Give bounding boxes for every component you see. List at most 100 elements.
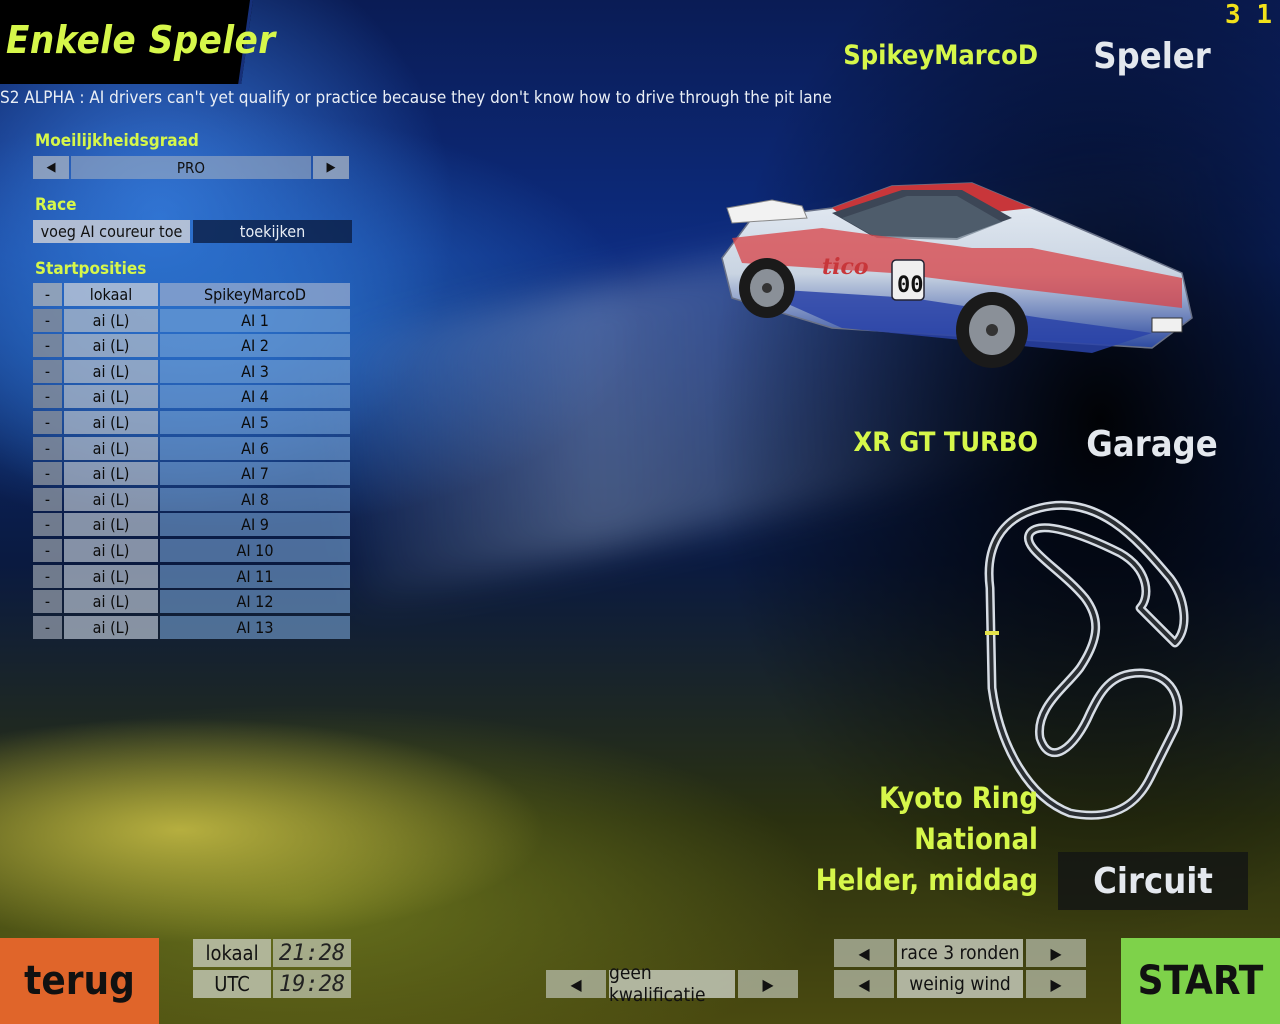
grid-row: - ai (L) AI 9 (33, 513, 352, 537)
grid-driver-name[interactable]: AI 5 (160, 410, 350, 434)
difficulty-label: Moeilijkheidsgraad (35, 131, 199, 151)
grid-row: - ai (L) AI 2 (33, 334, 352, 358)
circuit-button[interactable]: Circuit (1058, 852, 1248, 910)
grid-driver-name[interactable]: AI 13 (160, 615, 350, 639)
arrow-right-icon: ▶ (326, 160, 336, 175)
grid-remove-button[interactable]: - (33, 615, 62, 639)
grid-remove-button[interactable]: - (33, 283, 62, 306)
wind-value: weinig wind (897, 970, 1023, 998)
race-label: Race (35, 195, 77, 215)
start-button[interactable]: START (1121, 938, 1280, 1024)
grid-remove-button[interactable]: - (33, 513, 62, 537)
grid-row: - ai (L) AI 13 (33, 615, 352, 639)
difficulty-value: PRO (71, 156, 311, 179)
start-grid: - lokaal SpikeyMarcoD - ai (L) AI 1- ai (L)… (33, 283, 352, 641)
grid-remove-button[interactable]: - (33, 462, 62, 486)
track-name: Kyoto Ring (878, 781, 1038, 815)
grid-driver-type[interactable]: ai (L) (64, 564, 158, 588)
grid-remove-button[interactable]: - (33, 410, 62, 434)
garage-button[interactable]: Garage (1057, 424, 1247, 465)
car-number: 00 (897, 273, 924, 298)
difficulty-selector: ◀ PRO ▶ (33, 156, 351, 179)
time-utc-value: 19:28 (273, 970, 351, 998)
grid-header-row: - lokaal SpikeyMarcoD (33, 283, 352, 306)
grid-row: - ai (L) AI 3 (33, 359, 352, 383)
arrow-right-icon: ▶ (762, 974, 774, 994)
arrow-left-icon: ◀ (570, 974, 582, 994)
qualify-value: geen kwalificatie (609, 962, 735, 1006)
grid-driver-name[interactable]: AI 6 (160, 436, 350, 460)
time-local-value: 21:28 (273, 939, 351, 967)
grid-remove-button[interactable]: - (33, 487, 62, 511)
grid-driver-name[interactable]: AI 10 (160, 538, 350, 562)
grid-driver-name[interactable]: SpikeyMarcoD (160, 283, 350, 306)
qualify-prev-button[interactable]: ◀ (546, 970, 606, 998)
track-map[interactable] (980, 488, 1200, 828)
grid-driver-name[interactable]: AI 7 (160, 462, 350, 486)
difficulty-next-button[interactable]: ▶ (313, 156, 349, 179)
qualify-next-button[interactable]: ▶ (738, 970, 798, 998)
frame-counter: 3 1 (1225, 0, 1272, 30)
grid-driver-type[interactable]: lokaal (64, 283, 158, 306)
player-button[interactable]: Speler (1057, 36, 1247, 77)
grid-remove-button[interactable]: - (33, 359, 62, 383)
grid-driver-type[interactable]: ai (L) (64, 538, 158, 562)
arrow-left-icon: ◀ (858, 974, 870, 994)
grid-remove-button[interactable]: - (33, 538, 62, 562)
grid-row: - ai (L) AI 1 (33, 308, 352, 332)
wind-prev-button[interactable]: ◀ (834, 970, 894, 998)
grid-driver-type[interactable]: ai (L) (64, 385, 158, 409)
time-utc-label: UTC (193, 970, 271, 998)
grid-driver-name[interactable]: AI 12 (160, 590, 350, 614)
add-ai-button[interactable]: voeg AI coureur toe (33, 220, 190, 243)
race-laps-value: race 3 ronden (897, 939, 1023, 967)
grid-row: - ai (L) AI 10 (33, 538, 352, 562)
grid-driver-type[interactable]: ai (L) (64, 334, 158, 358)
grid-driver-type[interactable]: ai (L) (64, 359, 158, 383)
back-button[interactable]: terug (0, 938, 159, 1024)
grid-driver-type[interactable]: ai (L) (64, 436, 158, 460)
grid-remove-button[interactable]: - (33, 436, 62, 460)
grid-remove-button[interactable]: - (33, 308, 62, 332)
alpha-notice: S2 ALPHA : AI drivers can't yet qualify … (0, 88, 832, 108)
grid-remove-button[interactable]: - (33, 590, 62, 614)
grid-driver-type[interactable]: ai (L) (64, 487, 158, 511)
time-local-label: lokaal (193, 939, 271, 967)
car-image[interactable]: tico 00 (712, 178, 1202, 378)
grid-driver-type[interactable]: ai (L) (64, 308, 158, 332)
grid-remove-button[interactable]: - (33, 334, 62, 358)
watch-button[interactable]: toekijken (193, 220, 352, 243)
grid-driver-type[interactable]: ai (L) (64, 590, 158, 614)
arrow-right-icon: ▶ (1050, 974, 1062, 994)
player-name: SpikeyMarcoD (843, 40, 1038, 71)
arrow-right-icon: ▶ (1050, 943, 1062, 963)
grid-driver-name[interactable]: AI 2 (160, 334, 350, 358)
race-laps-prev-button[interactable]: ◀ (834, 939, 894, 967)
grid-remove-button[interactable]: - (33, 564, 62, 588)
grid-row: - ai (L) AI 7 (33, 462, 352, 486)
grid-driver-name[interactable]: AI 11 (160, 564, 350, 588)
grid-driver-type[interactable]: ai (L) (64, 513, 158, 537)
grid-row: - ai (L) AI 6 (33, 436, 352, 460)
race-laps-next-button[interactable]: ▶ (1026, 939, 1086, 967)
car-livery-text: tico (822, 254, 869, 280)
grid-driver-name[interactable]: AI 8 (160, 487, 350, 511)
grid-driver-type[interactable]: ai (L) (64, 462, 158, 486)
grid-driver-type[interactable]: ai (L) (64, 410, 158, 434)
page-title: Enkele Speler (6, 18, 276, 62)
grid-row: - ai (L) AI 11 (33, 564, 352, 588)
grid-row: - ai (L) AI 4 (33, 385, 352, 409)
grid-driver-type[interactable]: ai (L) (64, 615, 158, 639)
grid-driver-name[interactable]: AI 1 (160, 308, 350, 332)
arrow-left-icon: ◀ (858, 943, 870, 963)
grid-driver-name[interactable]: AI 3 (160, 359, 350, 383)
difficulty-prev-button[interactable]: ◀ (33, 156, 69, 179)
arrow-left-icon: ◀ (46, 160, 56, 175)
grid-row: - ai (L) AI 8 (33, 487, 352, 511)
grid-remove-button[interactable]: - (33, 385, 62, 409)
grid-driver-name[interactable]: AI 9 (160, 513, 350, 537)
grid-driver-name[interactable]: AI 4 (160, 385, 350, 409)
wind-next-button[interactable]: ▶ (1026, 970, 1086, 998)
car-name: XR GT TURBO (853, 427, 1038, 458)
grid-row: - ai (L) AI 12 (33, 590, 352, 614)
